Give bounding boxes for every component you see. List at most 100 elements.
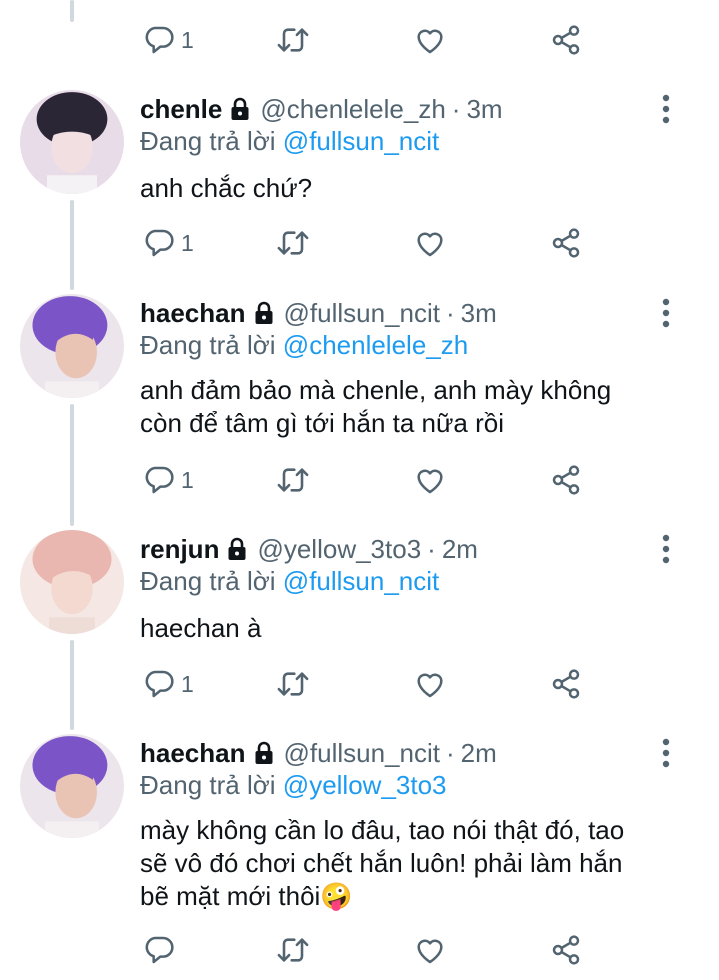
reply-button[interactable]: 1 <box>143 223 194 263</box>
retweet-icon <box>277 28 309 52</box>
timestamp[interactable]: 3m <box>466 94 502 125</box>
replying-to: Đang trả lời @chenlelele_zh <box>140 330 468 361</box>
separator-dot: · <box>427 533 436 564</box>
more-options-icon[interactable] <box>661 534 671 564</box>
lock-icon <box>252 301 276 325</box>
user-handle[interactable]: @fullsun_ncit <box>284 298 440 329</box>
avatar[interactable] <box>20 90 124 194</box>
lock-icon <box>228 97 252 121</box>
tweet-text-line: còn để tâm gì tới hắn ta nữa rồi <box>140 408 504 438</box>
mention-link[interactable]: @fullsun_ncit <box>283 126 439 156</box>
heart-icon <box>417 673 443 698</box>
share-button[interactable] <box>549 20 583 60</box>
user-handle[interactable]: @yellow_3to3 <box>257 534 421 565</box>
avatar-image <box>20 530 124 634</box>
avatar[interactable] <box>20 530 124 634</box>
more-options-icon[interactable] <box>661 298 671 328</box>
tweet-text-line: haechan à <box>140 613 262 643</box>
share-button[interactable] <box>549 930 583 970</box>
retweet-button[interactable] <box>275 20 311 60</box>
avatar-image <box>20 294 124 398</box>
mention-link[interactable]: @fullsun_ncit <box>283 566 439 596</box>
more-options-icon[interactable] <box>661 94 671 124</box>
replying-to-label: Đang trả lời <box>140 770 276 800</box>
lock-icon <box>252 741 276 765</box>
retweet-button[interactable] <box>275 460 311 500</box>
reply-icon <box>145 26 174 54</box>
reply-count: 1 <box>181 466 194 493</box>
tweet-text-line: anh chắc chứ? <box>140 173 313 203</box>
timestamp[interactable]: 2m <box>461 738 497 769</box>
replying-to-label: Đang trả lời <box>140 566 276 596</box>
separator-dot: · <box>451 93 461 124</box>
display-name[interactable]: haechan <box>140 298 246 329</box>
lock-icon <box>225 537 249 561</box>
retweet-button[interactable] <box>275 223 311 263</box>
avatar[interactable] <box>20 734 124 838</box>
like-button[interactable] <box>414 223 446 263</box>
tweet-text-line: bẽ mặt mới thôi🤪 <box>140 881 353 911</box>
replying-to-label: Đang trả lời <box>140 330 276 360</box>
tweet-header: haechan @fullsun_ncit · 3m <box>140 294 649 332</box>
separator-dot: · <box>445 297 455 328</box>
tweet-text: haechan à <box>140 612 689 645</box>
share-button[interactable] <box>549 460 583 500</box>
timestamp[interactable]: 3m <box>461 298 497 329</box>
share-icon <box>552 935 580 965</box>
reply-icon <box>145 670 174 698</box>
separator-dot: · <box>445 737 455 768</box>
reply-button[interactable]: 1 <box>143 20 194 60</box>
user-handle[interactable]: @chenlelele_zh <box>260 94 445 125</box>
mention-link[interactable]: @chenlelele_zh <box>283 330 468 360</box>
reply-icon <box>145 936 174 964</box>
like-button[interactable] <box>414 664 446 704</box>
tweet-actions: 1 <box>0 223 719 263</box>
display-name[interactable]: renjun <box>140 534 219 565</box>
display-name[interactable]: chenle <box>140 94 222 125</box>
tweet-text: anh chắc chứ? <box>140 172 689 205</box>
replying-to: Đang trả lời @fullsun_ncit <box>140 566 439 597</box>
replying-to: Đang trả lời @yellow_3to3 <box>140 770 447 801</box>
reply-button[interactable]: 1 <box>143 460 194 500</box>
tweet-text: anh đảm bảo mà chenle, anh mày không còn… <box>140 374 689 440</box>
tweet-text-line: mày không cần lo đâu, tao nói thật đó, t… <box>140 815 625 845</box>
tweet-actions: 1 <box>0 20 719 60</box>
avatar-image <box>20 90 124 194</box>
thread-line <box>70 0 74 22</box>
retweet-button[interactable] <box>275 930 311 970</box>
like-button[interactable] <box>414 460 446 500</box>
like-button[interactable] <box>414 20 446 60</box>
reply-button[interactable] <box>143 930 181 970</box>
heart-icon <box>417 232 443 257</box>
share-icon <box>552 25 580 55</box>
tweet-actions: 1 <box>0 460 719 500</box>
avatar[interactable] <box>20 294 124 398</box>
retweet-icon <box>277 938 309 962</box>
share-icon <box>552 465 580 495</box>
user-handle[interactable]: @fullsun_ncit <box>284 738 440 769</box>
replying-to-label: Đang trả lời <box>140 126 276 156</box>
tweet-header: haechan @fullsun_ncit · 2m <box>140 734 649 772</box>
mention-link[interactable]: @yellow_3to3 <box>283 770 447 800</box>
tweet-text-line: sẽ vô đó chơi chết hắn luôn! phải làm hắ… <box>140 848 623 878</box>
reply-count: 1 <box>181 670 194 697</box>
heart-icon <box>417 939 443 964</box>
retweet-icon <box>277 231 309 255</box>
more-options-icon[interactable] <box>661 738 671 768</box>
heart-icon <box>417 469 443 494</box>
reply-icon <box>145 229 174 257</box>
replying-to: Đang trả lời @fullsun_ncit <box>140 126 439 157</box>
retweet-icon <box>277 672 309 696</box>
tweet-header: renjun @yellow_3to3 · 2m <box>140 530 649 568</box>
tweet-text-line: anh đảm bảo mà chenle, anh mày không <box>140 375 612 405</box>
tweet-header: chenle @chenlelele_zh · 3m <box>140 90 649 128</box>
reply-count: 1 <box>181 26 194 53</box>
tweet-text: mày không cần lo đâu, tao nói thật đó, t… <box>140 814 689 913</box>
reply-button[interactable]: 1 <box>143 664 194 704</box>
retweet-button[interactable] <box>275 664 311 704</box>
share-button[interactable] <box>549 223 583 263</box>
timestamp[interactable]: 2m <box>442 534 478 565</box>
display-name[interactable]: haechan <box>140 738 246 769</box>
like-button[interactable] <box>414 930 446 970</box>
share-button[interactable] <box>549 664 583 704</box>
